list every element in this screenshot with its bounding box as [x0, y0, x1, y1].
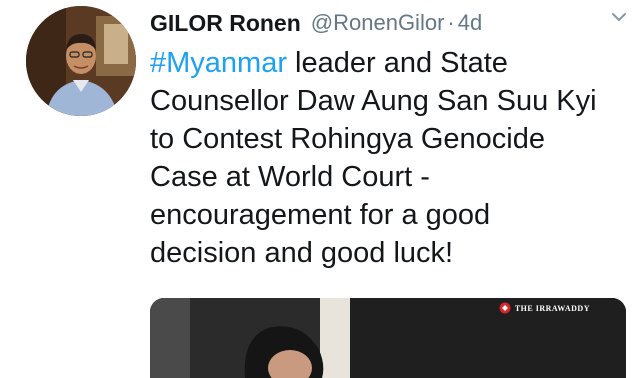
avatar[interactable] [26, 6, 136, 116]
avatar-photo [26, 6, 136, 116]
media-watermark: THE IRRAWADDY [499, 302, 590, 314]
tweet-header: GILOR Ronen @RonenGilor · 4d [150, 6, 632, 40]
tweet-text: #Myanmar leader and State Counsellor Daw… [150, 44, 620, 272]
logo-icon [499, 302, 511, 314]
tweet-text-line: encouragement for a good [150, 199, 491, 231]
tweet-text-line: to Contest Rohingya Genocide [150, 123, 545, 155]
chevron-down-icon[interactable] [608, 6, 630, 28]
tweet-text-line: #Myanmar leader and State [150, 44, 620, 82]
tweet-text-line: Counsellor Daw Aung San Suu Kyi [150, 85, 597, 117]
author-handle[interactable]: @RonenGilor [311, 10, 445, 36]
hashtag-link[interactable]: #Myanmar [150, 47, 287, 79]
separator-dot: · [447, 10, 455, 35]
tweet-text-line: decision and good luck! [150, 237, 454, 269]
tweet-text-line: Case at World Court - [150, 161, 430, 193]
tweet-media[interactable]: THE IRRAWADDY [150, 298, 626, 378]
author-name[interactable]: GILOR Ronen [150, 10, 301, 37]
tweet-text-segment: leader and State [287, 47, 508, 79]
watermark-text: THE IRRAWADDY [514, 303, 590, 313]
tweet-timestamp[interactable]: 4d [458, 10, 482, 36]
